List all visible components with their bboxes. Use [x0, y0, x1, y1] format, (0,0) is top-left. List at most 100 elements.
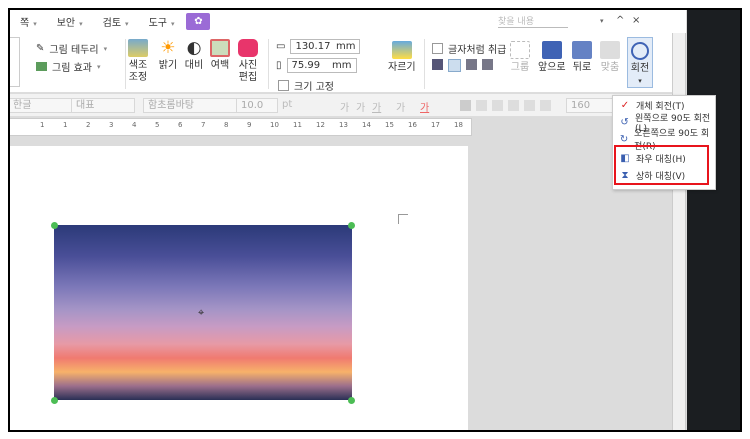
group-icon	[510, 41, 530, 59]
wrap-front-icon[interactable]	[482, 59, 493, 70]
wrap-square-icon[interactable]	[432, 59, 443, 70]
group-button[interactable]: 그룹	[510, 41, 530, 74]
photo-edit-button[interactable]: 사진 편집	[238, 39, 258, 84]
ruler-tick-label: 1	[40, 121, 45, 129]
highlight-box	[614, 145, 709, 185]
separator	[268, 39, 269, 89]
picture-border-button[interactable]: ✎ 그림 테두리 ▾	[36, 41, 107, 56]
color-adjust-icon	[128, 39, 148, 57]
menu-review[interactable]: 검토 ▾	[93, 14, 139, 29]
ruler-tick-label: 16	[408, 121, 417, 129]
align-icon	[600, 41, 620, 59]
underline-button[interactable]: 가	[372, 99, 381, 114]
align-center-icon[interactable]	[492, 100, 503, 111]
collapse-ribbon-button[interactable]: ^	[616, 15, 624, 26]
menu-tools[interactable]: 도구 ▾	[139, 14, 185, 29]
height-input[interactable]: 75.99 mm	[286, 58, 357, 73]
wrap-topbottom-icon[interactable]	[448, 59, 461, 72]
menu-bar: 쪽 ▾ 보안 ▾ 검토 ▾ 도구 ▾ ✿ 찾을 내용 ▾ ^ ×	[10, 10, 686, 33]
ruler-tick-label: 13	[339, 121, 348, 129]
font-size-input[interactable]: 10.0	[236, 98, 278, 113]
rotate-icon	[631, 42, 649, 60]
align-justify-icon[interactable]	[460, 100, 471, 111]
app-window: 쪽 ▾ 보안 ▾ 검토 ▾ 도구 ▾ ✿ 찾을 내용 ▾ ^ × ✎ 그림 테두리 ▾ 그림…	[8, 8, 742, 432]
side-panel	[687, 10, 740, 430]
move-handle-icon[interactable]: ⌖	[198, 306, 204, 320]
pen-icon: ✎	[36, 43, 45, 54]
horizontal-ruler[interactable]: 1 1 2 3 4 5 6 7 8 9 10 11 12 13 14 15 16 17 18	[10, 118, 472, 136]
align-left-icon[interactable]	[476, 100, 487, 111]
brightness-button[interactable]: ☀ 밝기	[158, 39, 178, 72]
photo-edit-icon	[238, 39, 258, 57]
search-dropdown-icon[interactable]: ▾	[600, 17, 604, 25]
size-lock-checkbox[interactable]: 크기 고정	[278, 78, 334, 93]
send-back-button[interactable]: 뒤로	[572, 41, 592, 74]
strike-button[interactable]: 가	[396, 99, 405, 114]
bring-front-icon	[541, 41, 562, 59]
rotate-right-icon: ↻	[619, 133, 629, 145]
ruler-tick-label: 6	[178, 121, 183, 129]
treat-as-char-checkbox[interactable]: 글자처럼 취급	[432, 41, 506, 56]
resize-handle[interactable]	[348, 222, 355, 229]
ruler-tick-label: 14	[362, 121, 371, 129]
rotate-free-icon: ✓	[620, 99, 630, 111]
ribbon-scroll[interactable]	[10, 37, 20, 87]
align-right-icon[interactable]	[508, 100, 519, 111]
ruler-tick-label: 15	[385, 121, 394, 129]
close-button[interactable]: ×	[632, 15, 640, 26]
divide-icon[interactable]	[540, 100, 551, 111]
ruler-tick-label: 18	[454, 121, 463, 129]
color-adjust-button[interactable]: 색조 조정	[128, 39, 148, 84]
resize-handle[interactable]	[51, 222, 58, 229]
separator	[424, 39, 425, 89]
ruler-tick-label: 11	[293, 121, 302, 129]
search-input[interactable]: 찾을 내용	[498, 14, 568, 28]
wrap-behind-icon[interactable]	[466, 59, 477, 70]
rotate-button[interactable]: 회전 ▾	[627, 37, 653, 88]
menu-page[interactable]: 쪽 ▾	[10, 14, 47, 29]
ruler-tick-label: 1	[63, 121, 68, 129]
bold-button[interactable]: 가	[340, 99, 349, 114]
ruler-tick-label: 12	[316, 121, 325, 129]
distribute-icon[interactable]	[524, 100, 535, 111]
format-toolbar: 한글 대표 함초롬바탕 10.0 pt 가 가 가 가 가 160	[10, 94, 686, 117]
resize-handle[interactable]	[51, 397, 58, 404]
rotate-left-icon: ↺	[620, 116, 629, 128]
crop-icon	[391, 41, 412, 59]
ruler-tick-label: 5	[155, 121, 160, 129]
ruler-tick-label: 10	[270, 121, 279, 129]
ruler-tick-label: 4	[132, 121, 137, 129]
flower-icon[interactable]: ✿	[186, 13, 211, 30]
picture-effect-button[interactable]: 그림 효과 ▾	[36, 59, 101, 74]
ruler-tick-label: 7	[201, 121, 206, 129]
align-button[interactable]: 맞춤	[600, 41, 620, 74]
ruler-tick-label: 8	[224, 121, 229, 129]
bring-front-button[interactable]: 앞으로	[538, 41, 566, 74]
italic-button[interactable]: 가	[356, 99, 365, 114]
ruler-tick-label: 2	[86, 121, 91, 129]
font-color-button[interactable]: 가	[420, 99, 429, 114]
height-icon: ▯	[276, 60, 282, 71]
menu-security[interactable]: 보안 ▾	[47, 14, 93, 29]
separator	[125, 39, 126, 89]
resize-handle[interactable]	[348, 397, 355, 404]
ruler-tick-label: 9	[247, 121, 252, 129]
width-icon: ▭	[276, 41, 286, 52]
vertical-scrollbar[interactable]	[672, 33, 686, 430]
margin-button[interactable]: 여백	[210, 39, 230, 72]
picture-effect-icon	[36, 62, 47, 71]
crop-button[interactable]: 자르기	[388, 41, 416, 74]
contrast-button[interactable]: ◐ 대비	[184, 39, 204, 72]
send-back-icon	[572, 41, 592, 59]
font-size-unit: pt	[282, 99, 293, 110]
ribbon: ✎ 그림 테두리 ▾ 그림 효과 ▾ 색조 조정 ☀ 밝기 ◐ 대비 여백 사진 편집 ▭ 13…	[10, 33, 686, 93]
sun-icon: ☀	[160, 38, 176, 58]
ruler-tick-label: 17	[431, 121, 440, 129]
font-select[interactable]: 함초롬바탕	[143, 98, 238, 113]
width-input[interactable]: 130.17 mm	[290, 39, 361, 54]
margin-icon	[210, 39, 230, 57]
margin-corner-mark	[398, 214, 408, 224]
style-select[interactable]: 대표	[71, 98, 135, 113]
ruler-tick-label: 3	[109, 121, 114, 129]
contrast-icon: ◐	[186, 38, 202, 58]
